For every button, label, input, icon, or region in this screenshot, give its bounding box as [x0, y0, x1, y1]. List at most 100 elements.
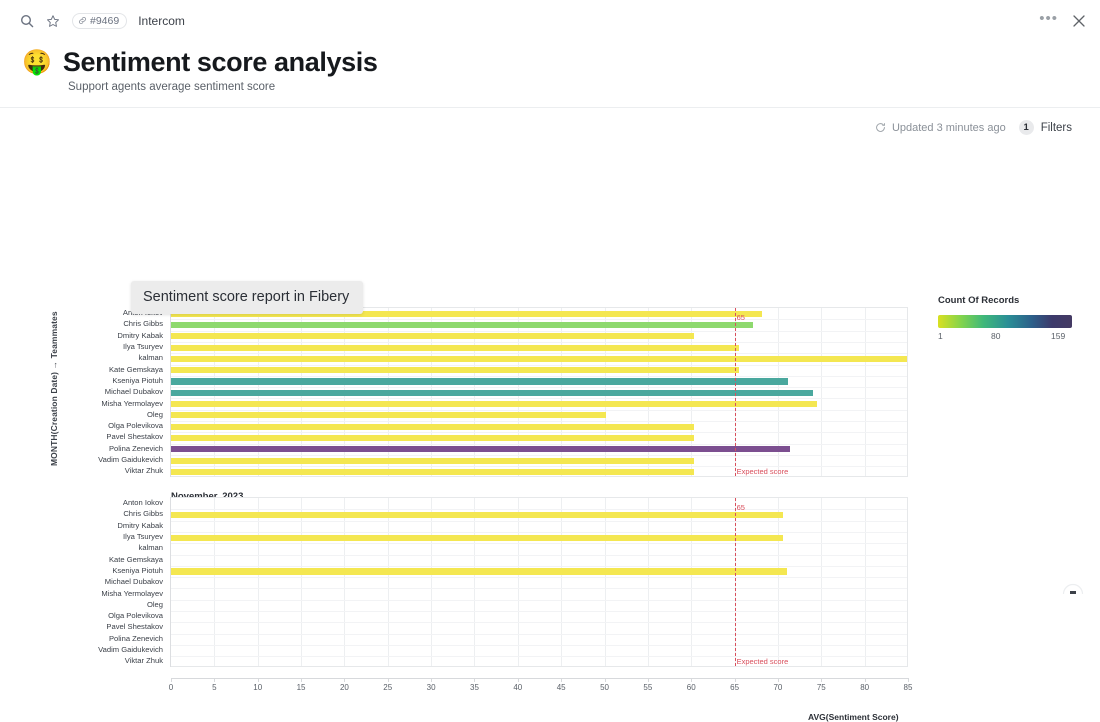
- expected-score-reference-line: [734, 498, 736, 666]
- bar[interactable]: [171, 457, 694, 464]
- x-axis-tick-label: 60: [686, 682, 696, 692]
- bar[interactable]: [171, 321, 753, 329]
- report-tooltip: Sentiment score report in Fibery: [131, 281, 364, 315]
- horizontal-gridline: [171, 520, 907, 522]
- x-axis-title: AVG(Sentiment Score): [808, 711, 899, 722]
- bar[interactable]: [171, 412, 607, 419]
- bar[interactable]: [171, 344, 739, 351]
- bar[interactable]: [171, 401, 817, 408]
- category-label: Misha Yermolayev: [101, 588, 163, 598]
- category-label: Viktar Zhuk: [124, 466, 163, 476]
- horizontal-gridline: [171, 565, 907, 567]
- x-axis-tick: [777, 677, 779, 682]
- loading-spinner-icon: [1060, 579, 1086, 605]
- legend-min-label: 1: [938, 331, 943, 342]
- x-axis-tick-label: 35: [470, 682, 479, 692]
- x-axis-tick: [517, 677, 519, 682]
- category-label: Ilya Tsuryev: [123, 532, 163, 542]
- color-legend: Count Of Records 1 80 159: [938, 295, 1072, 345]
- x-axis-tick-label: 75: [816, 682, 826, 692]
- page-header: 🤑 Sentiment score analysis Support agent…: [0, 41, 1100, 109]
- x-axis-line: [171, 677, 908, 679]
- x-axis-tick: [474, 677, 476, 682]
- horizontal-gridline: [171, 364, 907, 366]
- page-title: Sentiment score analysis: [62, 47, 378, 77]
- page-subtitle: Support agents average sentiment score: [68, 81, 276, 94]
- vertical-gridline: [214, 498, 216, 666]
- category-axis: Anton IokovChris GibbsDmitry KabakIlya T…: [56, 307, 171, 477]
- vertical-gridline: [647, 498, 649, 666]
- window-topbar: #9469 Intercom •••: [0, 0, 1100, 41]
- x-axis: 0 5 10 15 20 25 30 35 40 45 50 55 60 65 70 75 80 85: [168, 677, 912, 698]
- horizontal-gridline: [171, 341, 907, 343]
- vertical-gridline: [604, 498, 606, 666]
- vertical-gridline: [387, 498, 389, 666]
- category-label: kalman: [138, 353, 163, 363]
- more-options-icon[interactable]: •••: [1039, 11, 1058, 31]
- category-label: Michael Dubakov: [104, 577, 163, 587]
- legend-gradient-bar: [938, 315, 1072, 329]
- horizontal-gridline: [171, 409, 907, 411]
- bar[interactable]: [171, 355, 907, 362]
- bar[interactable]: [171, 423, 694, 430]
- reference-line-value-label: 65: [736, 313, 745, 323]
- plot-area: [171, 497, 908, 667]
- horizontal-gridline: [171, 554, 907, 556]
- horizontal-gridline: [171, 611, 907, 613]
- horizontal-gridline: [171, 443, 907, 445]
- horizontal-gridline: [171, 375, 907, 377]
- x-axis-tick-label: 50: [600, 682, 609, 692]
- bar[interactable]: [171, 446, 791, 453]
- horizontal-gridline: [171, 531, 907, 533]
- category-label: Ilya Tsuryev: [123, 342, 163, 352]
- category-label: Kate Gemskaya: [108, 554, 163, 564]
- bar[interactable]: [171, 511, 784, 519]
- plot-area: [171, 307, 908, 477]
- bar[interactable]: [171, 434, 694, 442]
- bar[interactable]: [171, 367, 739, 374]
- expected-score-reference-line: [734, 308, 736, 476]
- x-axis-tick: [561, 677, 563, 682]
- legend-ticks: 1 80 159: [938, 331, 1072, 345]
- horizontal-gridline: [171, 509, 907, 511]
- category-label: Chris Gibbs: [123, 319, 163, 329]
- x-axis-tick-label: 80: [860, 682, 870, 692]
- filters-button[interactable]: 1 Filters: [1018, 120, 1072, 136]
- horizontal-gridline: [171, 432, 907, 434]
- x-axis-tick-label: 40: [513, 682, 523, 692]
- x-axis-tick: [821, 677, 823, 682]
- horizontal-gridline: [171, 622, 907, 624]
- bar[interactable]: [171, 468, 694, 475]
- category-label: Kseniya Piotuh: [112, 565, 163, 575]
- category-label: Dmitry Kabak: [117, 520, 163, 530]
- refresh-icon[interactable]: [875, 122, 886, 133]
- bar[interactable]: [171, 568, 787, 575]
- category-label: Kate Gemskaya: [108, 364, 163, 374]
- reference-line-caption: Expected score: [736, 656, 789, 666]
- bar[interactable]: [171, 389, 813, 396]
- horizontal-gridline: [171, 353, 907, 355]
- vertical-gridline: [344, 498, 346, 666]
- category-label: Vadim Gaidukevich: [98, 455, 163, 465]
- star-icon[interactable]: [40, 8, 66, 34]
- x-axis-tick-label: 45: [556, 682, 566, 692]
- horizontal-gridline: [171, 398, 907, 400]
- x-axis-tick: [344, 677, 346, 682]
- vertical-gridline: [517, 498, 519, 666]
- bar[interactable]: [171, 333, 694, 340]
- horizontal-gridline: [171, 599, 907, 601]
- x-axis-tick-label: 25: [383, 682, 393, 692]
- horizontal-gridline: [171, 421, 907, 423]
- updated-status[interactable]: Updated 3 minutes ago: [875, 122, 1006, 134]
- x-axis-tick-label: 0: [168, 682, 174, 692]
- category-label: Oleg: [146, 599, 163, 609]
- entity-id-chip[interactable]: #9469: [72, 12, 128, 29]
- x-axis-tick: [604, 677, 606, 682]
- close-icon[interactable]: [1072, 14, 1086, 28]
- x-axis-tick-label: 10: [253, 682, 263, 692]
- search-icon[interactable]: [14, 8, 40, 34]
- horizontal-gridline: [171, 656, 907, 658]
- vertical-gridline: [257, 498, 259, 666]
- bar[interactable]: [171, 534, 784, 541]
- bar[interactable]: [171, 378, 789, 385]
